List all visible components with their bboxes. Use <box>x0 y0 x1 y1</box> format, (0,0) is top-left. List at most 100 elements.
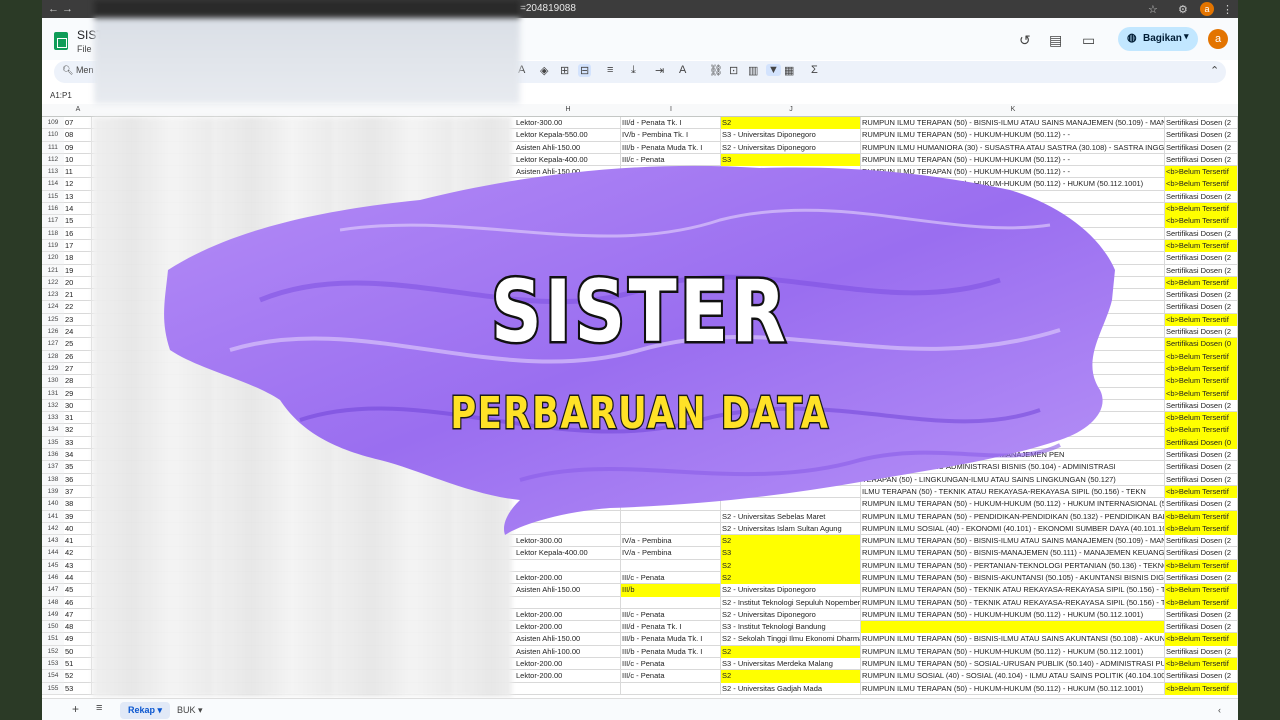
row-header[interactable]: 127 <box>42 338 64 351</box>
table-cell-a[interactable]: 45 <box>64 584 92 597</box>
row-header[interactable]: 131 <box>42 388 64 400</box>
table-cell-a[interactable]: 27 <box>64 362 92 376</box>
table-cell-l[interactable]: Sertifikasi Dosen (2 <box>1165 252 1238 265</box>
row-header[interactable]: 151 <box>42 633 64 646</box>
table-cell-l[interactable]: <b>Belum Tersertif <box>1165 584 1238 597</box>
table-cell-i[interactable] <box>621 682 721 695</box>
table-cell-j[interactable]: S2 - Sekolah Tinggi Ilmu Ekonomi Dharma <box>721 633 861 646</box>
row-header[interactable]: 123 <box>42 289 64 302</box>
table-cell-i[interactable]: IV/a - Pembina <box>621 535 721 548</box>
row-header[interactable]: 134 <box>42 424 64 437</box>
table-cell-a[interactable]: 48 <box>64 621 92 634</box>
table-cell-j[interactable] <box>721 485 861 499</box>
table-cell-a[interactable]: 28 <box>64 375 92 388</box>
row-header[interactable]: 130 <box>42 375 64 388</box>
table-cell-h[interactable] <box>515 203 621 216</box>
table-cell-i[interactable] <box>621 498 721 511</box>
table-cell-l[interactable]: <b>Belum Tersertif <box>1165 215 1238 228</box>
borders-icon[interactable]: ⊞ <box>560 64 569 77</box>
column-header-j[interactable]: J <box>721 106 861 113</box>
table-cell-h[interactable]: Profesor <box>515 178 621 191</box>
table-cell-a[interactable]: 24 <box>64 326 92 339</box>
table-cell-a[interactable]: 09 <box>64 141 92 154</box>
table-cell-k[interactable]: RUMPUN ILMU HUMANIORA (30) - SUSASTRA AT… <box>861 141 1165 154</box>
row-header[interactable]: 145 <box>42 560 64 572</box>
table-cell-h[interactable]: Lektor Kepala-400.00 <box>515 547 621 560</box>
table-cell-h[interactable]: Lektor-300.00 <box>515 117 621 130</box>
table-cell-a[interactable]: 32 <box>64 424 92 437</box>
table-cell-a[interactable]: 50 <box>64 645 92 659</box>
table-cell-a[interactable]: 46 <box>64 596 92 609</box>
history-icon[interactable]: ↺ <box>1019 32 1031 49</box>
table-cell-h[interactable]: Lektor-200.00 <box>515 658 621 671</box>
table-cell-j[interactable]: S2 <box>721 535 861 548</box>
table-cell-l[interactable]: <b>Belum Tersertif <box>1165 362 1238 376</box>
row-header[interactable]: 138 <box>42 474 64 486</box>
table-cell-a[interactable]: 41 <box>64 535 92 548</box>
table-cell-k[interactable]: UM-HUKUM (50.112) - - <box>861 190 1165 204</box>
table-cell-h[interactable] <box>515 239 621 253</box>
table-cell-l[interactable]: Sertifikasi Dosen (2 <box>1165 670 1238 683</box>
table-cell-j[interactable]: S2 <box>721 670 861 683</box>
table-cell-a[interactable]: 13 <box>64 190 92 204</box>
table-cell-k[interactable]: RUMPUN ILMU TERAPAN (50) - HUKUM-HUKUM (… <box>861 153 1165 167</box>
table-cell-i[interactable]: III/c - Penata <box>621 658 721 671</box>
row-header[interactable]: 152 <box>42 646 64 659</box>
table-cell-l[interactable]: <b>Belum Tersertif <box>1165 313 1238 327</box>
column-header-a[interactable]: A <box>64 106 92 113</box>
table-cell-j[interactable]: S2 - Universitas Gadjah Mada <box>721 682 861 695</box>
table-cell-l[interactable]: Sertifikasi Dosen (2 <box>1165 129 1238 142</box>
table-cell-j[interactable]: S3 - Universitas Merdeka Malang <box>721 658 861 671</box>
table-cell-h[interactable] <box>515 522 621 536</box>
table-cell-k[interactable]: ILMU TERAPAN (50) - TEKNIK ATAU REKAYASA… <box>861 485 1165 499</box>
table-cell-l[interactable]: Sertifikasi Dosen (2 <box>1165 326 1238 339</box>
table-cell-k[interactable]: HUKUM (50.112) - - <box>861 215 1165 228</box>
row-header[interactable]: 116 <box>42 203 64 216</box>
table-cell-l[interactable]: <b>Belum Tersertif <box>1165 203 1238 216</box>
table-cell-i[interactable] <box>621 178 721 191</box>
table-cell-k[interactable]: RUMPUN ILMU SOSIAL (40) - EKONOMI (40.10… <box>861 522 1165 536</box>
table-cell-l[interactable]: Sertifikasi Dosen (2 <box>1165 190 1238 204</box>
row-header[interactable]: 139 <box>42 486 64 499</box>
table-cell-a[interactable]: 22 <box>64 301 92 314</box>
table-cell-a[interactable]: 23 <box>64 313 92 327</box>
table-cell-j[interactable]: S2 - Universitas Sebelas Maret <box>721 510 861 523</box>
table-cell-l[interactable]: Sertifikasi Dosen (2 <box>1165 498 1238 511</box>
table-cell-j[interactable] <box>721 203 861 216</box>
row-header[interactable]: 143 <box>42 535 64 548</box>
table-cell-k[interactable]: RUMPUN ILMU TERAPAN (50) - HUKUM-HUKUM (… <box>861 178 1165 191</box>
column-header-h[interactable]: H <box>515 106 621 113</box>
table-cell-i[interactable] <box>621 473 721 486</box>
table-cell-k[interactable]: RUMPUN ILMU TERAPAN (50) - HUKUM-HUKUM (… <box>861 608 1165 622</box>
browser-avatar[interactable]: a <box>1200 2 1214 16</box>
table-cell-a[interactable]: 31 <box>64 412 92 425</box>
table-cell-l[interactable]: Sertifikasi Dosen (2 <box>1165 399 1238 413</box>
table-cell-l[interactable]: Sertifikasi Dosen (2 <box>1165 141 1238 154</box>
row-header[interactable]: 132 <box>42 400 64 413</box>
table-cell-j[interactable]: S2 <box>721 117 861 130</box>
table-cell-k[interactable]: RUMPUN ILMU TERAPAN (50) - HUKUM-HUKUM (… <box>861 645 1165 659</box>
table-cell-i[interactable]: III/b - Penata Muda Tk. I <box>621 633 721 646</box>
align-horizontal-icon[interactable]: ≡ <box>607 64 613 76</box>
row-header[interactable]: 146 <box>42 572 64 585</box>
table-cell-a[interactable]: 26 <box>64 350 92 363</box>
table-cell-a[interactable]: 08 <box>64 129 92 142</box>
address-bar[interactable]: =204819088 <box>520 3 576 14</box>
row-header[interactable]: 122 <box>42 277 64 290</box>
row-header[interactable]: 155 <box>42 683 64 695</box>
table-cell-l[interactable]: Sertifikasi Dosen (2 <box>1165 621 1238 634</box>
table-cell-l[interactable]: Sertifikasi Dosen (2 <box>1165 449 1238 462</box>
table-cell-j[interactable]: S2 - Universitas Diponegoro <box>721 141 861 154</box>
table-cell-l[interactable]: <b>Belum Tersertif <box>1165 239 1238 253</box>
table-cell-i[interactable] <box>621 522 721 536</box>
table-cell-i[interactable]: III/b - Penata Muda Tk. I <box>621 141 721 154</box>
filter-views-icon[interactable]: ▦ <box>784 64 794 77</box>
table-cell-a[interactable]: 44 <box>64 571 92 585</box>
table-cell-a[interactable]: 19 <box>64 264 92 277</box>
row-header[interactable]: 142 <box>42 523 64 536</box>
menu-file[interactable]: File <box>77 44 92 54</box>
table-cell-j[interactable] <box>721 215 861 228</box>
row-header[interactable]: 140 <box>42 498 64 511</box>
table-cell-k[interactable]: RUMPUN ILMU TERAPAN (50) - BISNIS-AKUNTA… <box>861 571 1165 585</box>
table-cell-h[interactable]: Asisten Ahli-100.00 <box>515 645 621 659</box>
